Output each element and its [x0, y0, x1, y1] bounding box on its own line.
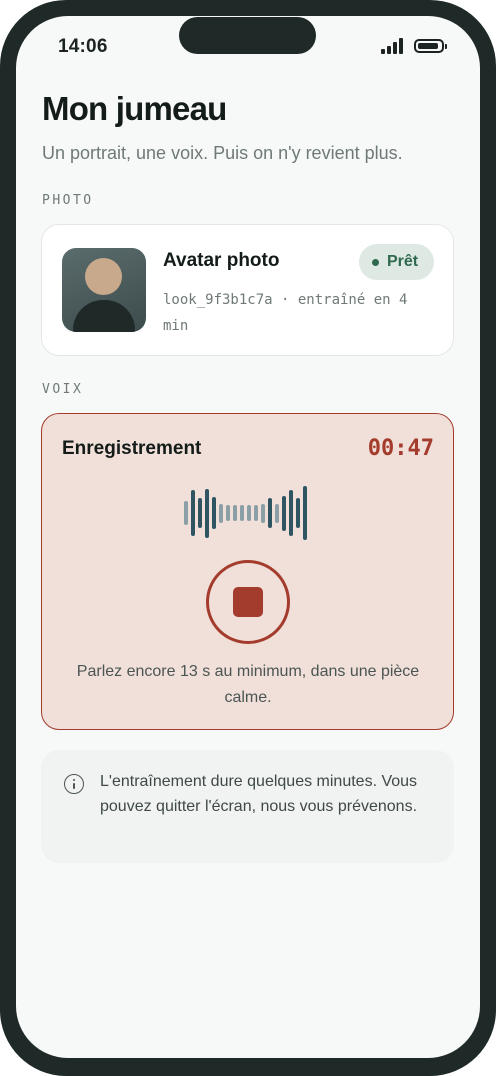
- page-subtitle: Un portrait, une voix. Puis on n'y revie…: [42, 143, 403, 163]
- waveform-bar: [198, 498, 202, 528]
- avatar-photo-card[interactable]: Avatar photo Prêt look_9f3b1c7a · entraî…: [41, 224, 454, 356]
- recording-hint: Parlez encore 13 s au minimum, dans une …: [76, 663, 420, 706]
- waveform-bar: [184, 501, 188, 525]
- waveform-bar: [240, 505, 244, 521]
- waveform-bar: [226, 505, 230, 521]
- waveform-bar: [275, 504, 279, 523]
- status-badge-label: Prêt: [387, 253, 419, 270]
- status-badge: Prêt: [359, 244, 434, 280]
- waveform-bar: [289, 490, 293, 536]
- person-avatar-icon: [62, 248, 146, 332]
- status-dot-icon: [372, 259, 379, 266]
- waveform-bar: [282, 496, 286, 531]
- waveform-bar: [303, 486, 307, 540]
- stop-recording-button[interactable]: [206, 560, 290, 644]
- phone-frame: 14:06 Mon jumeau Un portrait, une voix. …: [0, 0, 496, 1076]
- waveform-bar: [268, 498, 272, 528]
- waveform-bar: [254, 505, 258, 521]
- waveform-bar: [296, 498, 300, 528]
- waveform-bar: [205, 489, 209, 538]
- waveform-bar: [212, 497, 216, 529]
- waveform-bar: [219, 504, 223, 523]
- app-screen: 14:06 Mon jumeau Un portrait, une voix. …: [16, 16, 480, 1058]
- waveform-bar: [233, 505, 237, 521]
- recording-title: Enregistrement: [62, 438, 202, 459]
- status-time: 14:06: [58, 36, 108, 57]
- section-label-photo: PHOTO: [42, 193, 94, 208]
- info-text: L'entraînement dure quelques minutes. Vo…: [100, 773, 418, 815]
- waveform-bar: [247, 505, 251, 521]
- cellular-signal-icon: [381, 38, 407, 54]
- info-notice: L'entraînement dure quelques minutes. Vo…: [41, 750, 454, 863]
- avatar-photo-title: Avatar photo: [163, 250, 280, 271]
- battery-icon: [414, 39, 447, 53]
- dynamic-island: [179, 17, 316, 54]
- info-icon: [64, 774, 84, 794]
- section-label-voice: VOIX: [42, 382, 84, 397]
- audio-waveform: [184, 486, 314, 540]
- stop-icon: [233, 587, 263, 617]
- waveform-bar: [191, 490, 195, 536]
- page-title: Mon jumeau: [42, 90, 227, 127]
- avatar-photo-meta: look_9f3b1c7a · entraîné en 4 min: [163, 292, 408, 334]
- recording-timer: 00:47: [367, 436, 434, 461]
- waveform-bar: [261, 504, 265, 523]
- voice-recording-card: Enregistrement 00:47 Parlez encore 13 s …: [41, 413, 454, 730]
